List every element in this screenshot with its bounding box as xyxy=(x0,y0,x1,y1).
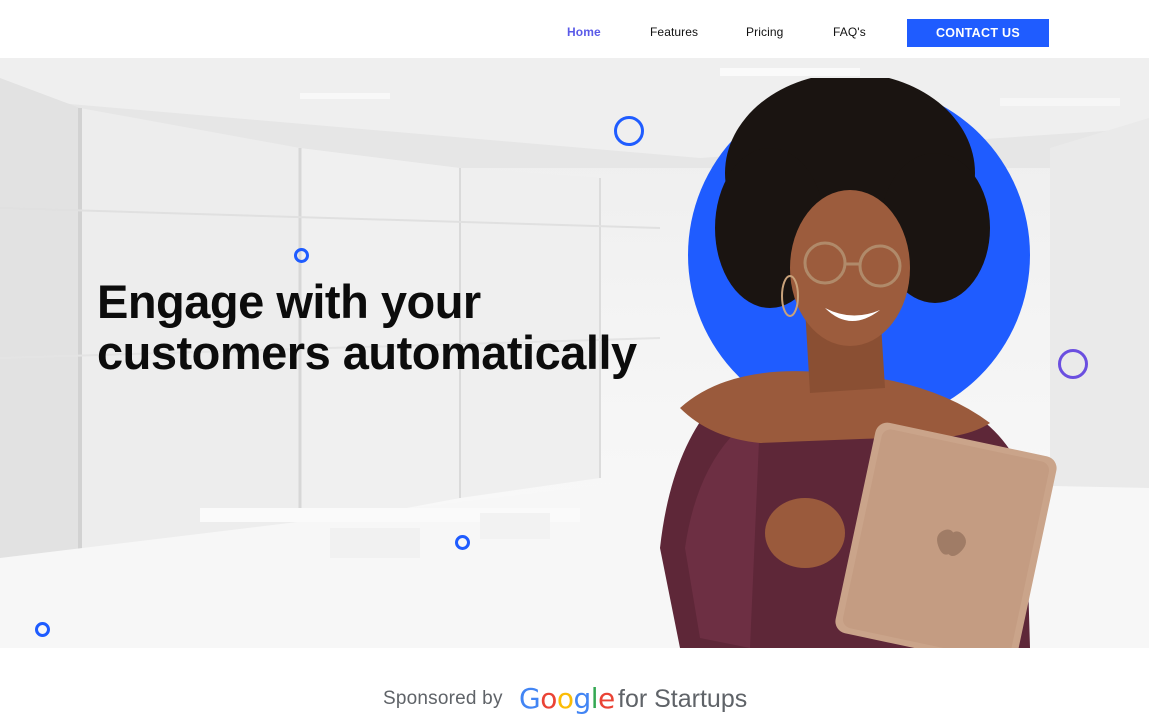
google-letter: l xyxy=(590,682,599,715)
sponsor-section: Sponsored by Google for Startups xyxy=(0,648,1152,728)
nav-home-link[interactable]: Home xyxy=(567,25,601,39)
nav-pricing-link[interactable]: Pricing xyxy=(746,25,783,39)
ring-decoration xyxy=(294,248,309,263)
ring-decoration xyxy=(455,535,470,550)
google-letter: G xyxy=(519,682,541,715)
sponsored-by-label: Sponsored by xyxy=(383,688,503,709)
hero-headline: Engage with your customers automatically xyxy=(97,276,637,378)
google-letter: o xyxy=(540,682,557,715)
contact-us-button[interactable]: CONTACT US xyxy=(907,19,1049,47)
hero-section: Engage with your customers automatically xyxy=(0,58,1149,648)
nav-faq-link[interactable]: FAQ's xyxy=(833,25,866,39)
ring-decoration xyxy=(1058,349,1088,379)
ring-decoration xyxy=(35,622,50,637)
top-navbar: Home Features Pricing FAQ's CONTACT US xyxy=(0,0,1152,58)
hero-headline-line1: Engage with your xyxy=(97,275,481,328)
google-letter: o xyxy=(556,682,574,715)
hero-woman-with-tablet-image xyxy=(660,78,1057,648)
nav-features-link[interactable]: Features xyxy=(650,25,698,39)
hero-headline-line2: customers automatically xyxy=(97,326,637,379)
google-letter: g xyxy=(573,682,591,715)
google-letter: e xyxy=(598,682,615,715)
for-startups-label: for Startups xyxy=(618,685,748,713)
google-logo: Google xyxy=(519,682,615,715)
